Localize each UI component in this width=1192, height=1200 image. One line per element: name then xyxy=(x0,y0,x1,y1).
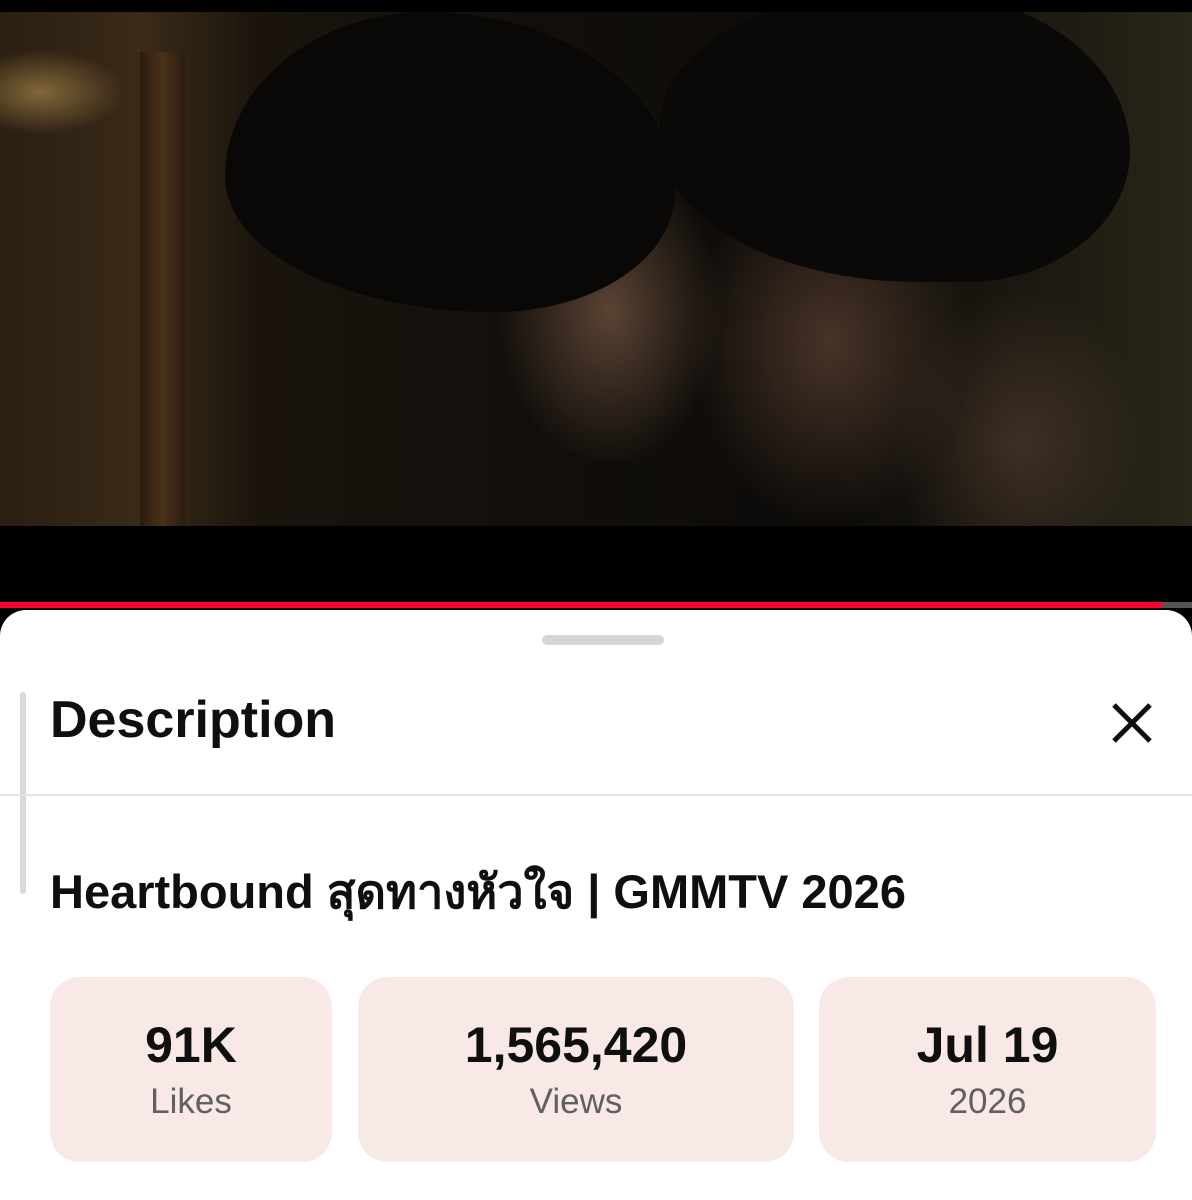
video-frame[interactable] xyxy=(0,12,1192,526)
sheet-title: Description xyxy=(50,691,337,749)
views-count: 1,565,420 xyxy=(464,1016,688,1073)
likes-stat-card: 91K Likes xyxy=(50,977,332,1162)
date-stat-card: Jul 19 2026 xyxy=(819,977,1156,1162)
scroll-indicator xyxy=(20,692,26,894)
video-player[interactable] xyxy=(0,0,1192,610)
progress-bar[interactable] xyxy=(0,602,1192,608)
progress-bar-fill xyxy=(0,602,1163,608)
description-sheet: Description Heartbound สุดทางหัวใจ | GMM… xyxy=(0,610,1192,1200)
video-scene-figure-right xyxy=(660,12,1130,282)
views-label: Views xyxy=(529,1081,623,1121)
video-scene-figure-left xyxy=(225,12,675,312)
likes-label: Likes xyxy=(150,1081,232,1121)
video-scene-window-post xyxy=(140,52,185,526)
video-title: Heartbound สุดทางหัวใจ | GMMTV 2026 xyxy=(50,865,906,918)
close-icon xyxy=(1112,703,1152,743)
divider xyxy=(0,794,1192,796)
publish-date: Jul 19 xyxy=(916,1016,1059,1073)
close-button[interactable] xyxy=(1104,695,1160,751)
publish-year: 2026 xyxy=(948,1081,1027,1121)
likes-count: 91K xyxy=(145,1016,237,1073)
views-stat-card: 1,565,420 Views xyxy=(358,977,794,1162)
drag-handle[interactable] xyxy=(542,635,664,645)
